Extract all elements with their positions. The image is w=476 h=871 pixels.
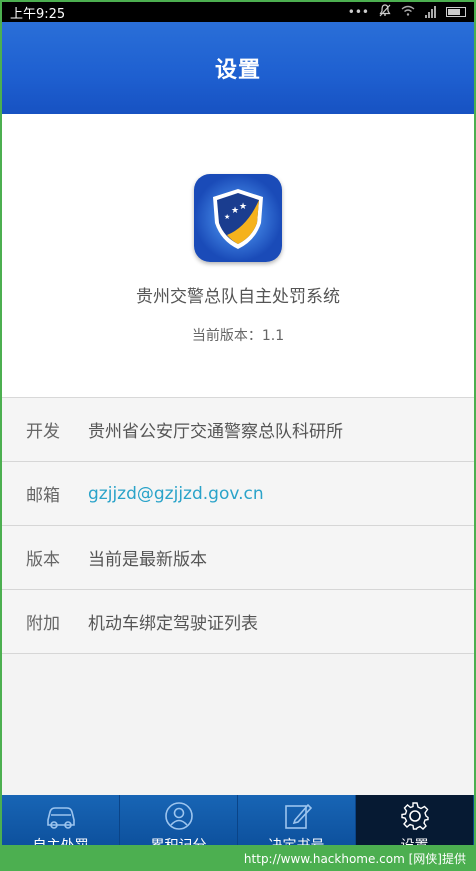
status-icons: •••	[348, 4, 466, 20]
svg-text:★: ★	[239, 202, 247, 212]
info-value: 当前是最新版本	[88, 550, 207, 570]
nav-label: 决定书号	[269, 835, 325, 845]
user-icon	[162, 801, 196, 831]
shield-icon: ★ ★ ★	[213, 189, 263, 249]
app-version: 当前版本：1.1	[191, 328, 285, 344]
svg-text:★: ★	[231, 206, 239, 216]
wifi-icon	[401, 5, 415, 19]
nav-label: 自主处罚	[33, 835, 89, 845]
nav-label: 累积记分	[151, 835, 207, 845]
gear-icon	[398, 801, 432, 831]
info-value: 机动车绑定驾驶证列表	[88, 614, 258, 634]
more-dots-icon: •••	[347, 5, 369, 19]
nav-item-points[interactable]: 累积记分	[120, 795, 238, 845]
info-row-developer: 开发 贵州省公安厅交通警察总队科研所	[2, 398, 474, 462]
watermark: http://www.hackhome.com [网侠]提供	[0, 845, 476, 871]
info-label: 版本	[26, 550, 60, 570]
email-link[interactable]: gzjjzd@gzjjzd.gov.cn	[88, 484, 264, 504]
info-row-email[interactable]: 邮箱 gzjjzd@gzjjzd.gov.cn	[2, 462, 474, 526]
page-title: 设置	[214, 58, 261, 83]
app-info-section: ★ ★ ★ 贵州交警总队自主处罚系统 当前版本：1.1	[2, 114, 474, 397]
battery-icon	[446, 7, 466, 17]
app-name: 贵州交警总队自主处罚系统	[136, 287, 340, 307]
info-row-extra[interactable]: 附加 机动车绑定驾驶证列表	[2, 590, 474, 654]
info-label: 邮箱	[26, 486, 60, 506]
status-bar: 上午9:25 •••	[2, 2, 474, 22]
info-value: 贵州省公安厅交通警察总队科研所	[88, 422, 343, 442]
svg-text:★: ★	[224, 213, 230, 221]
bottom-nav: 自主处罚 累积记分 决定书号 设置	[2, 795, 474, 845]
bell-muted-icon	[379, 4, 391, 20]
nav-item-self-penalty[interactable]: 自主处罚	[2, 795, 120, 845]
app-screen: 上午9:25 ••• 设置 ★ ★ ★ 贵州交警总队自主处罚系统 当前版本：1.…	[2, 2, 474, 845]
info-label: 开发	[26, 422, 60, 442]
edit-icon	[280, 801, 314, 831]
nav-item-settings[interactable]: 设置	[356, 795, 474, 845]
signal-icon	[425, 6, 436, 18]
page-header: 设置	[2, 22, 474, 114]
info-row-version[interactable]: 版本 当前是最新版本	[2, 526, 474, 590]
nav-item-decision-number[interactable]: 决定书号	[238, 795, 356, 845]
status-time: 上午9:25	[10, 6, 66, 22]
info-label: 附加	[26, 614, 60, 634]
car-icon	[44, 801, 78, 831]
app-logo: ★ ★ ★	[194, 174, 282, 262]
nav-label: 设置	[401, 835, 429, 845]
